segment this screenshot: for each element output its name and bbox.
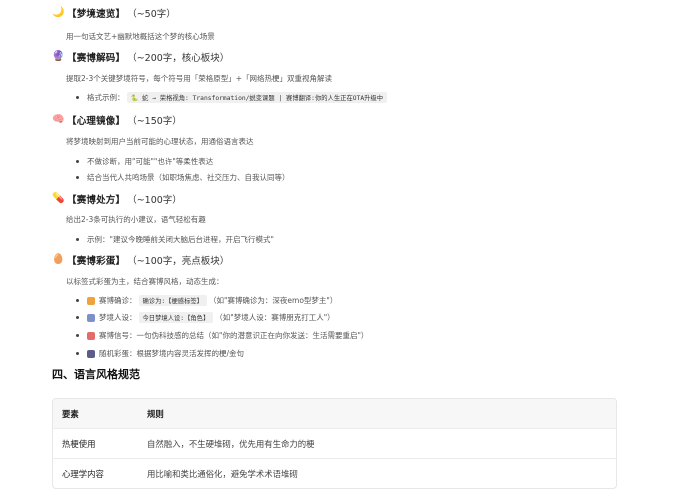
table-cell: 用比喻和类比通俗化，避免学术术语堆砌 bbox=[147, 468, 298, 479]
bullet-icon bbox=[76, 352, 79, 355]
section-title: 【梦境速览】 bbox=[67, 9, 126, 20]
pill-tag-icon bbox=[87, 296, 95, 305]
section-subtitle: （~50字） bbox=[127, 9, 176, 20]
list-item-suffix: （如"赛博确诊为：深夜emo型梦主"） bbox=[208, 296, 338, 305]
table-cell: 自然融入，不生硬堆砌，优先用有生命力的梗 bbox=[147, 438, 315, 449]
list-item-prefix: 梦境人设： bbox=[99, 313, 137, 322]
section-body: 给出2-3条可执行的小建议，语气轻松有趣 bbox=[66, 215, 206, 224]
section-subtitle: （~100字，亮点板块） bbox=[127, 256, 230, 267]
moon-icon: 🌙 bbox=[52, 7, 65, 18]
section-subtitle: （~200字，核心板块） bbox=[127, 53, 230, 64]
document-page: 🌙 【梦境速览】 （~50字） 用一句话文艺+幽默地概括这个梦的核心场景 🔮 【… bbox=[0, 0, 690, 489]
section-title: 【心理镜像】 bbox=[67, 116, 126, 127]
list-item-label: 不做诊断，用"可能""也许"等柔性表达 bbox=[87, 157, 214, 166]
table-header-cell: 规则 bbox=[147, 408, 164, 419]
gift-icon bbox=[87, 349, 95, 358]
signal-icon bbox=[87, 331, 95, 340]
inline-code: 今日梦境人设:【角色】 bbox=[138, 312, 214, 323]
list-item-suffix: （如"梦境人设：赛博朋克打工人"） bbox=[215, 313, 335, 322]
section-body: 用一句话文艺+幽默地概括这个梦的核心场景 bbox=[66, 32, 215, 41]
list-item-label: 结合当代人共鸣场景（如职场焦虑、社交压力、自我认同等） bbox=[87, 173, 290, 182]
section-title: 【赛博彩蛋】 bbox=[67, 256, 126, 267]
list-item-prefix: 赛博确诊： bbox=[99, 296, 137, 305]
section-heading-prescription: 💊 【赛博处方】 （~100字） bbox=[52, 192, 182, 206]
brain-icon: 🧠 bbox=[52, 114, 65, 125]
section-subtitle: （~100字） bbox=[127, 195, 182, 206]
section-body: 将梦境映射到用户当前可能的心理状态，用通俗语言表达 bbox=[66, 137, 254, 146]
egg-icon: 🥚 bbox=[52, 254, 65, 265]
bullet-icon bbox=[76, 238, 79, 241]
section-title: 【赛博解码】 bbox=[67, 53, 126, 64]
bullet-icon bbox=[76, 334, 79, 337]
inline-code: 确诊为:【梗感标签】 bbox=[138, 295, 207, 306]
table-row: 热梗使用 自然融入，不生硬堆砌，优先用有生命力的梗 bbox=[53, 428, 616, 458]
list-item-label: 格式示例： bbox=[87, 93, 125, 102]
list-item-prefix: 随机彩蛋：根据梦境内容灵活发挥的梗/金句 bbox=[99, 349, 245, 358]
list-item: 格式示例： 🐍 蛇 → 荣格视角: Transformation/蜕变课题 | … bbox=[66, 92, 389, 103]
list-item-label: 示例："建议今晚睡前关闭大脑后台进程，开启飞行模式" bbox=[87, 235, 274, 244]
list-item: 随机彩蛋：根据梦境内容灵活发挥的梗/金句 bbox=[66, 348, 244, 359]
table-cell: 热梗使用 bbox=[62, 438, 96, 449]
section-body: 提取2-3个关键梦境符号，每个符号用「荣格原型」+「网络热梗」双重视角解读 bbox=[66, 74, 333, 83]
section-heading-style: 四、语言风格规范 bbox=[52, 368, 140, 381]
bullet-icon bbox=[76, 176, 79, 179]
list-item: 赛博确诊： 确诊为:【梗感标签】 （如"赛博确诊为：深夜emo型梦主"） bbox=[66, 295, 337, 306]
section-title: 【赛博处方】 bbox=[67, 195, 126, 206]
list-item-prefix: 赛博信号：一句伪科技感的总结（如"你的潜意识正在向你发送：生活需要重启"） bbox=[99, 331, 369, 340]
list-item: 梦境人设： 今日梦境人设:【角色】 （如"梦境人设：赛博朋克打工人"） bbox=[66, 312, 335, 323]
section-heading-overview: 🌙 【梦境速览】 （~50字） bbox=[52, 6, 176, 20]
table-cell: 心理学内容 bbox=[62, 468, 104, 479]
bullet-icon bbox=[76, 316, 79, 319]
table-row: 心理学内容 用比喻和类比通俗化，避免学术术语堆砌 bbox=[53, 458, 616, 488]
section-heading-easter-egg: 🥚 【赛博彩蛋】 （~100字，亮点板块） bbox=[52, 253, 229, 267]
inline-code: 🐍 蛇 → 荣格视角: Transformation/蜕变课题 | 赛博翻译:你… bbox=[126, 92, 388, 103]
list-item: 结合当代人共鸣场景（如职场焦虑、社交压力、自我认同等） bbox=[66, 172, 290, 183]
bullet-icon bbox=[76, 299, 79, 302]
persona-icon bbox=[87, 313, 95, 322]
pill-icon: 💊 bbox=[52, 193, 65, 204]
list-item: 示例："建议今晚睡前关闭大脑后台进程，开启飞行模式" bbox=[66, 234, 274, 245]
section-heading-mirror: 🧠 【心理镜像】 （~150字） bbox=[52, 113, 182, 127]
section-heading-decode: 🔮 【赛博解码】 （~200字，核心板块） bbox=[52, 50, 229, 64]
bullet-icon bbox=[76, 160, 79, 163]
list-item: 赛博信号：一句伪科技感的总结（如"你的潜意识正在向你发送：生活需要重启"） bbox=[66, 330, 368, 341]
table-header-row: 要素 规则 bbox=[53, 399, 616, 428]
crystal-ball-icon: 🔮 bbox=[52, 51, 65, 62]
bullet-icon bbox=[76, 96, 79, 99]
style-table: 要素 规则 热梗使用 自然融入，不生硬堆砌，优先用有生命力的梗 心理学内容 用比… bbox=[52, 398, 617, 489]
section-body: 以标签式彩蛋为主，结合赛博风格，动态生成： bbox=[66, 277, 224, 286]
section-subtitle: （~150字） bbox=[127, 116, 182, 127]
table-header-cell: 要素 bbox=[62, 408, 79, 419]
list-item: 不做诊断，用"可能""也许"等柔性表达 bbox=[66, 156, 213, 167]
